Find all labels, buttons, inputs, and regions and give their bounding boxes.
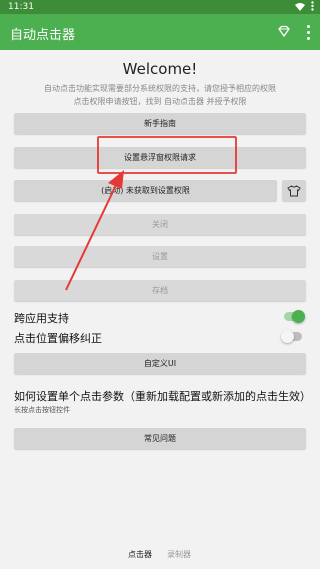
faq-button[interactable]: 常见问题	[14, 428, 306, 449]
bottom-nav: 点击器 录制器	[0, 541, 320, 569]
cross-app-toggle[interactable]	[284, 310, 305, 323]
toggle-knob	[281, 330, 294, 343]
nav-recorder[interactable]: 录制器	[167, 549, 191, 560]
cross-app-label: 跨应用支持	[14, 312, 69, 325]
nav-clicker[interactable]: 点击器	[128, 549, 152, 560]
permission-description: 自动点击功能实现需要部分系统权限的支持，请您授予相应的权限 点击权限申请按钮，找…	[20, 82, 300, 108]
float-permission-button[interactable]: 设置悬浮窗权限请求	[14, 147, 306, 168]
welcome-heading: Welcome!	[122, 60, 198, 78]
description-line-2: 点击权限申请按钮，找到 自动点击器 并授予权限	[73, 97, 247, 106]
custom-ui-button[interactable]: 自定义UI	[14, 353, 306, 374]
offset-fix-row: 点击位置偏移纠正	[14, 328, 306, 346]
app-title: 自动点击器	[10, 28, 76, 43]
status-time: 11:31	[8, 2, 34, 12]
accessibility-permission-button[interactable]: (启动) 未获取到设置权限	[14, 180, 277, 201]
guide-button[interactable]: 新手指南	[14, 113, 306, 134]
description-line-1: 自动点击功能实现需要部分系统权限的支持，请您授予相应的权限	[44, 84, 276, 93]
app-bar: 自动点击器	[0, 14, 320, 50]
close-button[interactable]: 关闭	[14, 214, 306, 235]
more-vertical-icon[interactable]	[304, 23, 312, 41]
archive-button[interactable]: 存档	[14, 280, 306, 301]
status-bar: 11:31	[0, 0, 320, 14]
theme-button[interactable]	[282, 180, 306, 201]
settings-button[interactable]: 设置	[14, 246, 306, 267]
offset-fix-label: 点击位置偏移纠正	[14, 332, 102, 345]
more-vertical-icon	[311, 1, 314, 11]
wifi-icon	[295, 2, 305, 11]
shirt-icon	[287, 184, 301, 196]
howto-title: 如何设置单个点击参数（重新加载配置或新添加的点击生效）	[14, 390, 311, 403]
cross-app-row: 跨应用支持	[14, 308, 306, 326]
howto-subtitle: 长按点击按钮控件	[14, 406, 70, 414]
offset-fix-toggle[interactable]	[281, 330, 302, 343]
status-icons	[295, 1, 314, 11]
toggle-knob	[292, 310, 305, 323]
diamond-icon[interactable]	[276, 24, 292, 40]
